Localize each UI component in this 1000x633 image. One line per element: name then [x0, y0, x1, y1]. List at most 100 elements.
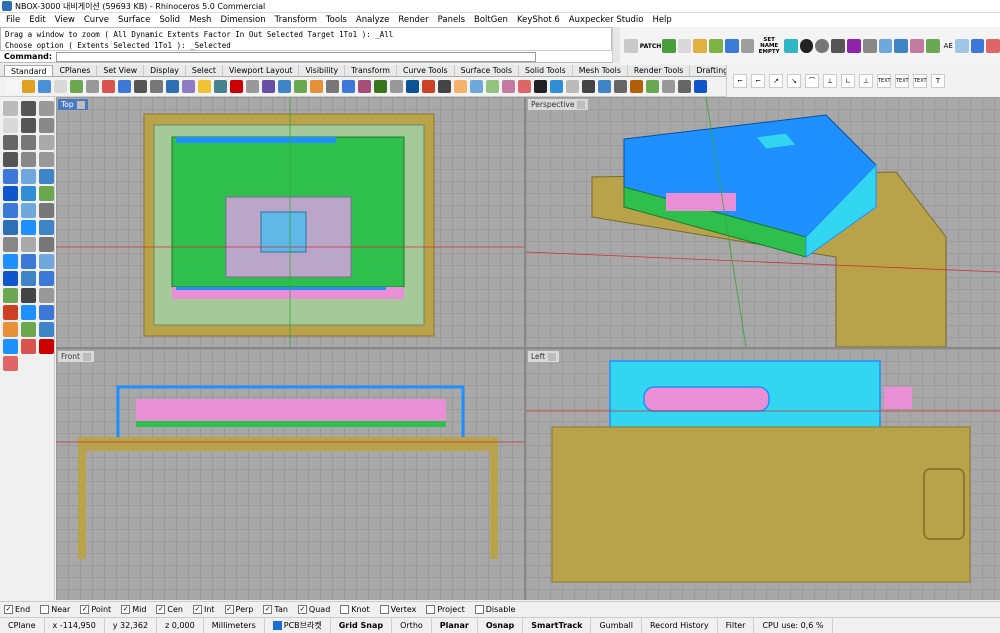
- osnap-end[interactable]: ✓ End: [4, 604, 30, 614]
- osnap-checkbox[interactable]: [40, 604, 50, 614]
- toolbar-button[interactable]: [6, 80, 19, 93]
- tool-button[interactable]: [21, 135, 36, 150]
- toolbar-button[interactable]: [342, 80, 355, 93]
- toolbar-button[interactable]: ↘: [787, 74, 801, 88]
- osnap-perp[interactable]: ✓ Perp: [224, 604, 253, 614]
- toolbar-button[interactable]: [374, 80, 387, 93]
- viewport-front[interactable]: Front: [56, 349, 524, 600]
- plugin-icon[interactable]: [925, 39, 940, 53]
- menu-item-auxpecker-studio[interactable]: Auxpecker Studio: [569, 15, 644, 25]
- osnap-disable[interactable]: Disable: [474, 604, 515, 614]
- toolbar-button[interactable]: [470, 80, 483, 93]
- cplane-label[interactable]: CPlane: [0, 617, 45, 633]
- osnap-cen[interactable]: ✓ Cen: [156, 604, 183, 614]
- plugin-icon[interactable]: [894, 39, 909, 53]
- command-input[interactable]: [56, 51, 537, 62]
- osnap-checkbox[interactable]: [379, 604, 389, 614]
- set-name-empty-button[interactable]: SET NAME EMPTY: [756, 37, 782, 55]
- text-button[interactable]: TEXT: [895, 74, 909, 88]
- toolbar-button[interactable]: [550, 80, 563, 93]
- tool-button[interactable]: [3, 339, 18, 354]
- tab-standard[interactable]: Standard: [4, 65, 54, 76]
- tool-button[interactable]: [21, 169, 36, 184]
- tool-button[interactable]: [21, 101, 36, 116]
- tab-visibility[interactable]: Visibility: [299, 65, 346, 76]
- toolbar-button[interactable]: [214, 80, 227, 93]
- tool-button[interactable]: [21, 203, 36, 218]
- osnap-tan[interactable]: ✓ Tan: [263, 604, 288, 614]
- tool-button[interactable]: [3, 118, 18, 133]
- tool-button[interactable]: [39, 169, 54, 184]
- toolbar-button[interactable]: ⊥: [859, 74, 873, 88]
- text-button[interactable]: TEXT: [913, 74, 927, 88]
- toolbar-button[interactable]: [134, 80, 147, 93]
- tab-render-tools[interactable]: Render Tools: [628, 65, 691, 76]
- plugin-icon[interactable]: [986, 39, 1000, 53]
- menu-item-transform[interactable]: Transform: [275, 15, 317, 25]
- toolbar-button[interactable]: [310, 80, 323, 93]
- menu-item-solid[interactable]: Solid: [159, 15, 180, 25]
- grid-snap-toggle[interactable]: Grid Snap: [331, 617, 393, 633]
- tool-button[interactable]: [39, 186, 54, 201]
- tool-button[interactable]: [3, 322, 18, 337]
- record-history-toggle[interactable]: Record History: [642, 617, 718, 633]
- osnap-point[interactable]: ✓ Point: [80, 604, 111, 614]
- tool-button[interactable]: [3, 220, 18, 235]
- tool-button[interactable]: [3, 271, 18, 286]
- osnap-knot[interactable]: Knot: [340, 604, 370, 614]
- plugin-icon[interactable]: [661, 39, 676, 53]
- menu-item-dimension[interactable]: Dimension: [220, 15, 265, 25]
- menu-item-help[interactable]: Help: [652, 15, 671, 25]
- tool-button[interactable]: [3, 254, 18, 269]
- toolbar-button[interactable]: [630, 80, 643, 93]
- viewport-label-perspective[interactable]: Perspective: [528, 99, 589, 110]
- tool-button[interactable]: [39, 322, 54, 337]
- planar-toggle[interactable]: Planar: [432, 617, 478, 633]
- toolbar-button[interactable]: [38, 80, 51, 93]
- tool-button[interactable]: [21, 288, 36, 303]
- tool-button[interactable]: [3, 169, 18, 184]
- toolbar-button[interactable]: [662, 80, 675, 93]
- tab-solid-tools[interactable]: Solid Tools: [519, 65, 573, 76]
- plugin-icon[interactable]: [677, 39, 692, 53]
- toolbar-button[interactable]: [70, 80, 83, 93]
- text-button[interactable]: TEXT: [877, 74, 891, 88]
- material-ball-icon[interactable]: [815, 39, 830, 53]
- toolbar-button[interactable]: [438, 80, 451, 93]
- viewport-label-front[interactable]: Front: [58, 351, 94, 362]
- toolbar-button[interactable]: ⌐: [733, 74, 747, 88]
- viewport-left[interactable]: Left: [526, 349, 1000, 600]
- tool-button[interactable]: [21, 271, 36, 286]
- osnap-checkbox[interactable]: [474, 604, 484, 614]
- tool-button[interactable]: [39, 271, 54, 286]
- menu-item-surface[interactable]: Surface: [118, 15, 150, 25]
- patch-button[interactable]: PATCH: [640, 43, 662, 50]
- tool-button[interactable]: [3, 135, 18, 150]
- osnap-checkbox[interactable]: ✓: [224, 604, 234, 614]
- toolbar-button[interactable]: ⌒: [805, 74, 819, 88]
- toolbar-button[interactable]: [326, 80, 339, 93]
- menu-item-render[interactable]: Render: [398, 15, 428, 25]
- gumball-toggle[interactable]: Gumball: [591, 617, 642, 633]
- plugin-icon[interactable]: [740, 39, 755, 53]
- toolbar-button[interactable]: [230, 80, 243, 93]
- tool-button[interactable]: [39, 101, 54, 116]
- toolbar-button[interactable]: [54, 80, 67, 93]
- toolbar-button[interactable]: ⟂: [823, 74, 837, 88]
- viewport-label-left[interactable]: Left: [528, 351, 560, 362]
- tool-button[interactable]: [21, 220, 36, 235]
- tool-button[interactable]: [39, 220, 54, 235]
- tool-button[interactable]: [3, 101, 18, 116]
- tool-button[interactable]: [39, 135, 54, 150]
- toolbar-button[interactable]: [86, 80, 99, 93]
- osnap-checkbox[interactable]: ✓: [297, 604, 307, 614]
- toolbar-button[interactable]: [406, 80, 419, 93]
- osnap-checkbox[interactable]: [340, 604, 350, 614]
- ortho-toggle[interactable]: Ortho: [392, 617, 432, 633]
- toolbar-button[interactable]: [614, 80, 627, 93]
- osnap-toggle[interactable]: Osnap: [478, 617, 524, 633]
- eye-icon[interactable]: [831, 39, 845, 53]
- command-scrollbar[interactable]: [612, 27, 620, 63]
- osnap-vertex[interactable]: Vertex: [379, 604, 416, 614]
- tool-button[interactable]: [3, 305, 18, 320]
